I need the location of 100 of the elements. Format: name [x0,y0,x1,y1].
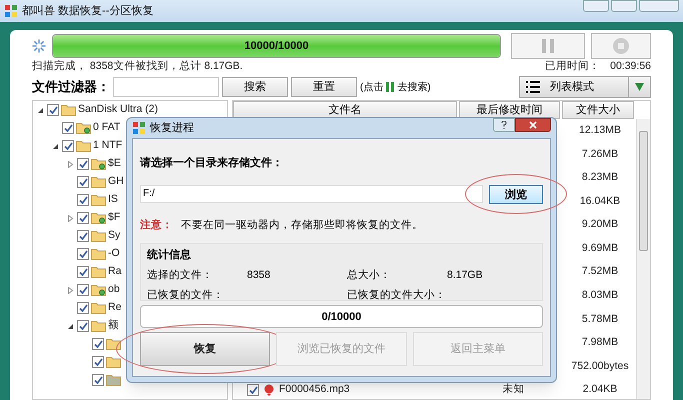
file-size: 7.98MB [582,335,618,350]
file-size: 8.03MB [582,288,618,304]
modified-time: 未知 [502,382,524,398]
tree-item-label[interactable]: $F [108,210,120,226]
file-size: 9.69MB [582,240,618,256]
folder-icon [91,266,106,278]
checkbox[interactable] [62,140,74,152]
filter-input[interactable] [113,77,219,97]
folder-icon [91,248,106,260]
checkbox[interactable] [92,356,104,368]
checkbox[interactable] [47,104,59,116]
file-size: 7.26MB [582,146,618,162]
collapsed-arrow-icon[interactable] [66,214,74,222]
note-text: 不要在同一驱动器内，存储那些即将恢复的文件。 [181,218,423,232]
elapsed-time: 00:39:56 [610,59,651,74]
file-name: F0000456.mp3 [279,382,350,398]
tree-item-label[interactable]: Re [108,300,122,316]
folder-icon [91,284,106,296]
search-button[interactable]: 搜索 [222,77,288,97]
progress-text: 0/10000 [320,310,362,324]
window-title: 都叫兽 数据恢复--分区恢复 [22,4,154,19]
column-header[interactable]: 最后修改时间 [459,101,560,119]
file-size: 12.13MB [578,122,622,138]
dropdown-arrow-icon [635,83,644,91]
expanded-arrow-icon[interactable] [36,106,44,114]
tree-item-label[interactable]: -O [108,246,120,262]
question-mark-icon [501,121,507,129]
tree-item-label[interactable]: 额 [108,318,119,334]
pause-icon [386,82,394,92]
folder-icon [61,104,76,116]
folder-icon [106,338,121,350]
elapsed-label: 已用时间： [545,59,600,74]
path-field[interactable]: F:/ [140,184,483,202]
checkbox[interactable] [92,374,104,386]
checkbox[interactable] [77,266,89,278]
checkbox[interactable] [77,158,89,170]
folder-icon [91,320,106,332]
tree-item-label[interactable]: 0 FAT [93,120,120,136]
scan-status: 扫描完成， 8358文件被找到，总计 8.17GB. [32,59,243,74]
file-size: 2.04KB [582,382,618,398]
checkbox[interactable] [77,230,89,242]
search-hint: (点击 [360,80,384,94]
dialog-title: 恢复进程 [150,120,194,136]
expanded-arrow-icon[interactable] [52,142,58,150]
folder-icon [91,158,106,170]
checkbox[interactable] [77,212,89,224]
checkbox[interactable] [247,384,259,396]
file-size: 8.23MB [582,170,618,186]
stat-label: 已恢复的文件大小： [347,288,447,302]
file-size: 5.78MB [582,312,618,327]
collapsed-arrow-icon[interactable] [66,160,74,168]
file-size: 7.52MB [582,264,618,280]
column-header[interactable]: 文件大小 [562,101,634,119]
tree-item-label[interactable]: 1 NTF [93,138,122,154]
file-size: 16.04KB [580,194,620,209]
stop-icon [612,37,630,55]
tree-item-label[interactable]: Ra [108,264,122,280]
tree-item-label[interactable]: GH [108,174,124,190]
folder-icon [106,356,121,368]
stat-value: 8.17GB [447,268,483,281]
progress-text: 10000/10000 [243,38,310,54]
filter-label: 文件过滤器： [32,78,110,96]
checkbox[interactable] [77,176,89,188]
file-size: 752.00bytes [571,358,629,374]
app-icon [132,121,146,135]
tree-item-label[interactable]: ob [108,282,120,298]
close-icon [529,121,537,129]
expanded-arrow-icon[interactable] [66,322,74,330]
checkbox[interactable] [92,338,104,350]
browse-button[interactable]: 浏览 [489,185,543,204]
file-size: 9.20MB [582,217,618,232]
dialog-button[interactable]: 恢复 [140,332,270,366]
collapsed-arrow-icon[interactable] [66,286,74,294]
tree-item-label[interactable]: SanDisk Ultra (2) [78,102,158,118]
tree-item-label[interactable]: Sy [108,228,120,244]
folder-icon [91,194,106,206]
folder-icon [91,176,106,188]
close-button[interactable] [515,118,551,132]
stat-label: 选择的文件： [147,268,214,283]
view-mode-dropdown[interactable]: 列表模式 [519,76,651,98]
checkbox[interactable] [77,284,89,296]
checkbox[interactable] [77,248,89,260]
tree-item-label[interactable]: $E [108,156,121,172]
checkbox[interactable] [77,194,89,206]
reset-button[interactable]: 重置 [291,77,357,97]
pause-icon [542,39,554,53]
list-icon [526,81,540,93]
checkbox[interactable] [77,302,89,314]
folder-icon [76,122,91,134]
checkbox[interactable] [77,320,89,332]
note-label: 注意： [140,218,173,232]
directory-prompt: 请选择一个目录来存储文件： [140,156,284,171]
scrollbar[interactable] [636,119,650,399]
tree-item-label[interactable]: IS [108,192,118,208]
help-button[interactable] [493,118,515,132]
checkbox[interactable] [62,122,74,134]
folder-icon [76,140,91,152]
stat-label: 已恢复的文件： [147,288,225,302]
folder-icon [91,230,106,242]
stats-title: 统计信息 [147,248,192,264]
